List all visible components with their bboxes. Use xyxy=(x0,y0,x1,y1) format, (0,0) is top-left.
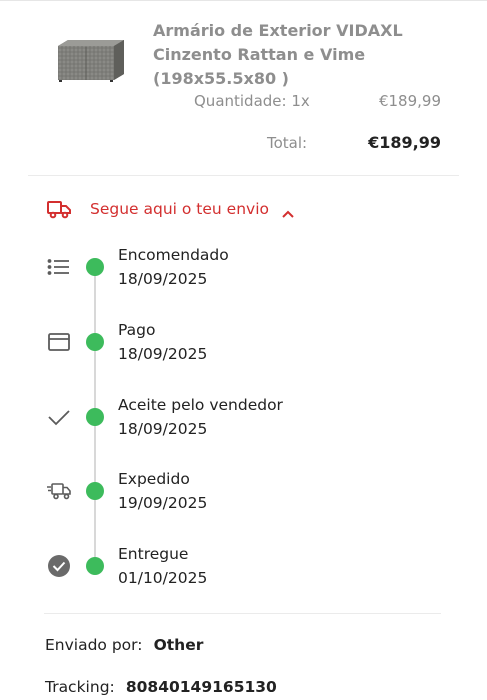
tracking-number[interactable]: 80840149165130 xyxy=(126,678,277,696)
status-dot xyxy=(86,333,104,351)
step-title: Encomendado xyxy=(118,246,229,264)
step-date: 18/09/2025 xyxy=(118,345,208,363)
sent-by-row: Enviado por: Other xyxy=(45,635,203,654)
tracking-row: Tracking: 80840149165130 xyxy=(45,677,277,696)
card-icon xyxy=(46,330,72,354)
step-date: 18/09/2025 xyxy=(118,270,208,288)
step-title: Entregue xyxy=(118,545,189,563)
step-date: 19/09/2025 xyxy=(118,494,208,512)
sent-by-value: Other xyxy=(153,636,204,654)
step-title: Aceite pelo vendedor xyxy=(118,396,283,414)
product-thumbnail[interactable] xyxy=(56,38,126,82)
check-circle-icon xyxy=(46,554,72,578)
check-icon xyxy=(46,405,72,429)
section-divider xyxy=(44,613,441,614)
status-dot xyxy=(86,482,104,500)
step-title: Pago xyxy=(118,321,156,339)
step-title: Expedido xyxy=(118,470,190,488)
product-title-line: (198x55.5x80 ) xyxy=(153,69,289,88)
product-title[interactable]: Armário de Exterior VIDAXL Cinzento Ratt… xyxy=(153,19,453,91)
truck-icon xyxy=(46,199,72,219)
product-title-line: Armário de Exterior VIDAXL xyxy=(153,21,403,40)
item-price: €189,99 xyxy=(378,92,441,110)
tracking-toggle[interactable]: Segue aqui o teu envio xyxy=(46,197,295,221)
status-dot xyxy=(86,258,104,276)
status-dot xyxy=(86,557,104,575)
step-date: 01/10/2025 xyxy=(118,569,208,587)
step-date: 18/09/2025 xyxy=(118,420,208,438)
status-dot xyxy=(86,408,104,426)
chevron-up-icon xyxy=(281,204,295,218)
sent-by-label: Enviado por: xyxy=(45,636,143,654)
product-title-line: Cinzento Rattan e Vime xyxy=(153,45,366,64)
tracking-label: Segue aqui o teu envio xyxy=(90,200,269,218)
quantity-label: Quantidade: 1x xyxy=(194,92,310,110)
list-icon xyxy=(46,255,72,279)
top-divider xyxy=(0,0,487,1)
total-label: Total: xyxy=(267,134,308,152)
section-divider xyxy=(28,175,459,176)
total-value: €189,99 xyxy=(368,133,441,152)
fast-truck-icon xyxy=(46,479,72,503)
tracking-number-label: Tracking: xyxy=(45,678,115,696)
